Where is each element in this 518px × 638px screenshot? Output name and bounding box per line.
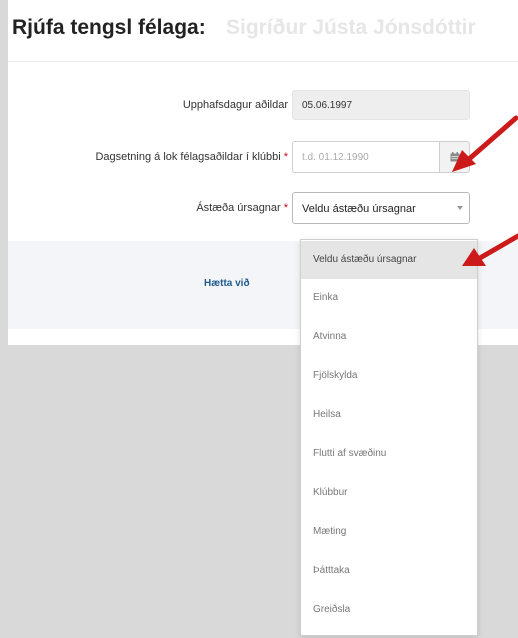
cancel-button[interactable]: Hætta við (204, 278, 250, 289)
dropdown-option[interactable]: Þátttaka (301, 552, 477, 590)
reason-select-value: Veldu ástæðu úrsagnar (302, 203, 416, 215)
dropdown-option[interactable]: Fjölskylda (301, 357, 477, 395)
end-date-input[interactable]: t.d. 01.12.1990 (292, 141, 440, 173)
end-date-label-text: Dagsetning á lok félagsaðildar í klúbbi (95, 151, 281, 163)
required-marker: * (283, 202, 288, 214)
chevron-down-icon (457, 206, 463, 210)
dropdown-option[interactable]: Einka (301, 279, 477, 317)
required-marker: * (283, 151, 288, 163)
dropdown-option[interactable]: Atvinna (301, 318, 477, 356)
annotation-arrow-icon (452, 115, 518, 172)
reason-dropdown-list: Veldu ástæðu úrsagnar Einka Atvinna Fjöl… (300, 239, 478, 636)
start-date-label-text: Upphafsdagur aðildar (182, 99, 288, 111)
annotation-arrow-icon (462, 233, 518, 266)
dropdown-option[interactable]: Greiðsla (301, 591, 477, 629)
reason-label-text: Ástæða úrsagnar (196, 202, 281, 214)
dropdown-option[interactable]: Klúbbur (301, 474, 477, 512)
dropdown-option[interactable]: Veldu ástæðu úrsagnar (301, 241, 477, 279)
end-date-label: Dagsetning á lok félagsaðildar í klúbbi * (95, 151, 288, 163)
member-name: Sigríður Jústa Jónsdóttir (226, 16, 476, 39)
dropdown-option[interactable]: Heilsa (301, 396, 477, 434)
start-date-field: 05.06.1997 (292, 90, 470, 120)
dialog-title: Rjúfa tengsl félaga: (12, 16, 206, 39)
dropdown-option[interactable]: Flutti af svæðinu (301, 435, 477, 473)
reason-select[interactable]: Veldu ástæðu úrsagnar (292, 192, 470, 224)
reason-label: Ástæða úrsagnar * (196, 202, 288, 214)
start-date-label: Upphafsdagur aðildar (183, 99, 288, 111)
dialog-header: Rjúfa tengsl félaga: Sigríður Jústa Jóns… (8, 0, 518, 62)
dropdown-option[interactable]: Mæting (301, 513, 477, 551)
